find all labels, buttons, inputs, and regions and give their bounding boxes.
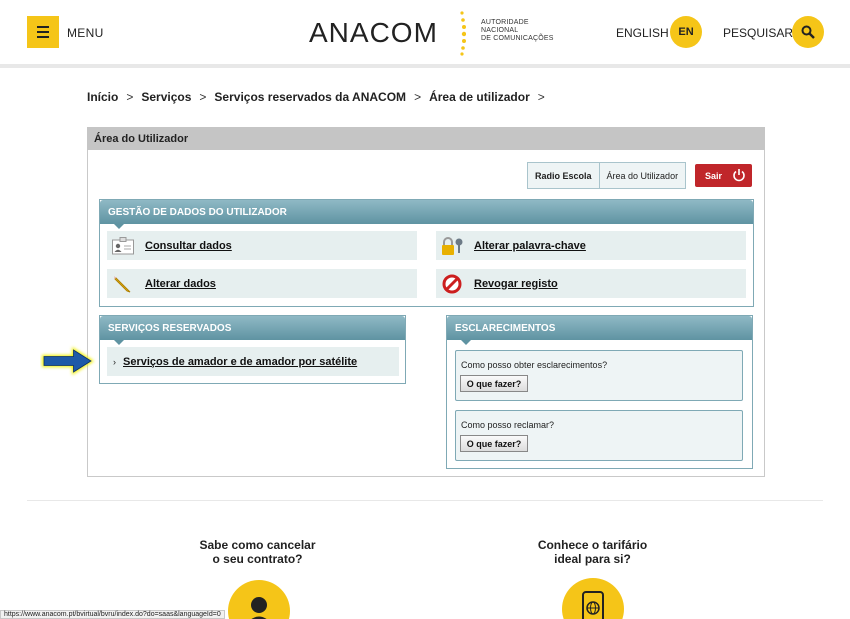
promo-line: Sabe como cancelar	[199, 538, 316, 552]
logo-subtitle: AUTORIDADE NACIONAL DE COMUNICAÇÕES	[481, 19, 554, 43]
chevron-right-icon: >	[199, 90, 207, 104]
header-divider	[0, 64, 850, 68]
hamburger-icon-line	[37, 36, 49, 38]
panel-tabs: Radio Escola Área do Utilizador	[527, 162, 687, 189]
breadcrumb-user-area[interactable]: Área de utilizador	[429, 90, 530, 104]
notch	[461, 340, 471, 345]
search-link[interactable]: PESQUISAR	[723, 26, 793, 40]
promo-line: Conhece o tarifário	[537, 538, 648, 552]
breadcrumb-home[interactable]: Início	[87, 90, 118, 104]
amateur-service-link[interactable]: Serviços de amador e de amador por satél…	[123, 356, 357, 368]
consult-data-item[interactable]: Consultar dados	[107, 231, 417, 260]
arrow-right-icon	[42, 347, 94, 375]
reserved-services-box-header: SERVIÇOS RESERVADOS	[100, 316, 405, 345]
search-icon	[801, 25, 815, 39]
chevron-right-icon: >	[414, 90, 422, 104]
person-icon[interactable]	[228, 580, 290, 619]
faq-item: Como posso obter esclarecimentos? O que …	[455, 350, 743, 401]
status-bar-url: https://www.anacom.pt/bvirtual/bvru/inde…	[0, 610, 225, 619]
promo-line: o seu contrato?	[212, 552, 303, 566]
hamburger-icon	[37, 26, 49, 28]
clarifications-box-header: ESCLARECIMENTOS	[447, 316, 752, 345]
breadcrumb: Início > Serviços > Serviços reservados …	[87, 90, 553, 104]
breadcrumb-reserved-services[interactable]: Serviços reservados da ANACOM	[214, 90, 406, 104]
faq-item: Como posso reclamar? O que fazer?	[455, 410, 743, 461]
hamburger-icon-line	[37, 31, 49, 33]
logo-sub-line: NACIONAL	[481, 27, 519, 34]
site-header: MENU ANACOM AUTORIDADE NACIONAL DE COMUN…	[0, 0, 850, 64]
promo-line: ideal para si?	[554, 552, 631, 566]
change-data-link[interactable]: Alterar dados	[145, 278, 216, 290]
logout-label: Sair	[705, 171, 723, 181]
change-password-link[interactable]: Alterar palavra-chave	[474, 240, 586, 252]
user-data-box-header: GESTÃO DE DADOS DO UTILIZADOR	[100, 200, 753, 229]
search-button[interactable]	[792, 16, 824, 48]
what-to-do-button[interactable]: O que fazer?	[460, 375, 528, 392]
tab-user-area[interactable]: Área do Utilizador	[600, 163, 686, 188]
tab-radio-escola[interactable]: Radio Escola	[528, 163, 600, 188]
chevron-right-icon: ›	[113, 356, 116, 367]
clarifications-box-title: ESCLARECIMENTOS	[455, 323, 556, 334]
chevron-right-icon: >	[126, 90, 134, 104]
menu-label[interactable]: MENU	[67, 26, 104, 40]
prohibited-icon	[440, 274, 464, 294]
english-link[interactable]: ENGLISH	[616, 26, 669, 40]
logo-dots-icon	[460, 11, 466, 56]
power-icon	[733, 169, 745, 182]
revoke-registration-link[interactable]: Revogar registo	[474, 278, 558, 290]
logo-sub-line: AUTORIDADE	[481, 19, 529, 26]
section-divider	[27, 500, 823, 501]
chevron-right-icon: >	[537, 90, 545, 104]
user-data-box-title: GESTÃO DE DADOS DO UTILIZADOR	[108, 207, 287, 218]
logo-sub-line: DE COMUNICAÇÕES	[481, 35, 554, 42]
faq-question: Como posso reclamar?	[461, 420, 555, 430]
panel-title: Área do Utilizador	[87, 127, 765, 150]
notch	[114, 224, 124, 229]
lock-key-icon	[440, 236, 464, 256]
change-password-item[interactable]: Alterar palavra-chave	[436, 231, 746, 260]
reserved-services-box-title: SERVIÇOS RESERVADOS	[108, 323, 232, 334]
cancel-contract-promo[interactable]: Sabe como cancelar o seu contrato?	[190, 538, 325, 566]
amateur-service-item[interactable]: › Serviços de amador e de amador por sat…	[107, 347, 399, 376]
faq-question: Como posso obter esclarecimentos?	[461, 360, 608, 370]
notch	[114, 340, 124, 345]
menu-button[interactable]	[27, 16, 59, 48]
id-card-icon	[111, 236, 135, 256]
language-button[interactable]: EN	[670, 16, 702, 48]
pencil-icon	[111, 274, 135, 294]
tariff-promo[interactable]: Conhece o tarifário ideal para si?	[525, 538, 660, 566]
breadcrumb-services[interactable]: Serviços	[141, 90, 191, 104]
revoke-registration-item[interactable]: Revogar registo	[436, 269, 746, 298]
consult-data-link[interactable]: Consultar dados	[145, 240, 232, 252]
change-data-item[interactable]: Alterar dados	[107, 269, 417, 298]
phone-globe-icon[interactable]	[562, 578, 624, 619]
what-to-do-button[interactable]: O que fazer?	[460, 435, 528, 452]
anacom-logo[interactable]: ANACOM	[309, 17, 438, 49]
logout-button[interactable]: Sair	[695, 164, 752, 187]
